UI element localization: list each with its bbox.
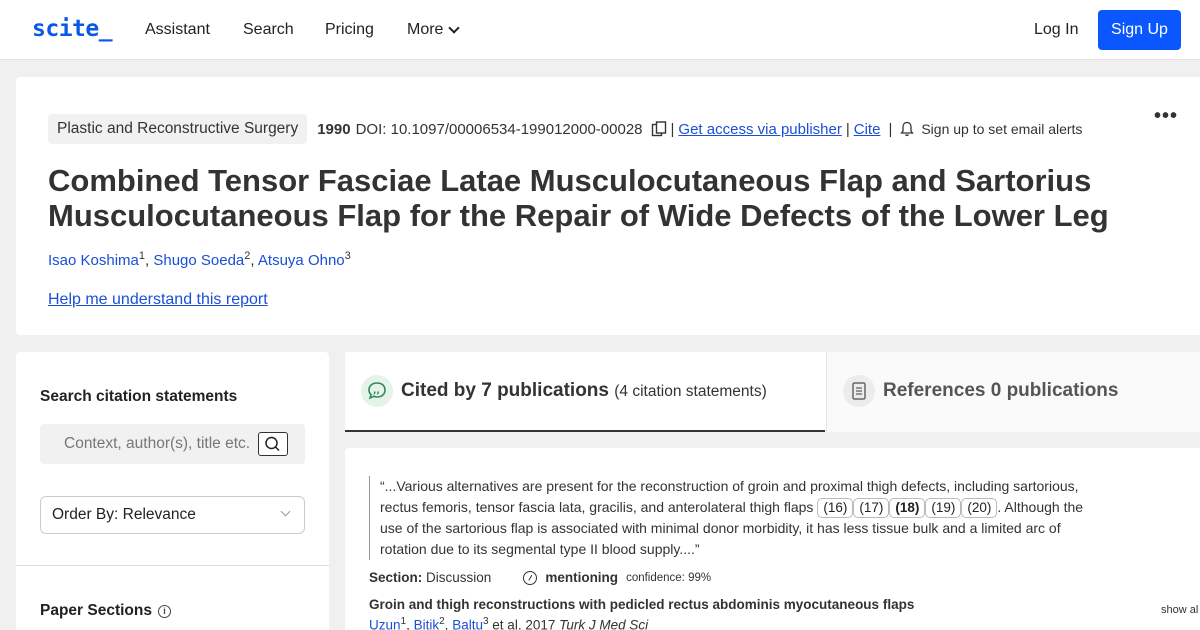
paper-sections-heading: Paper Sections i: [40, 602, 171, 620]
citation-meta-row: Section: Discussion mentioning confidenc…: [369, 570, 711, 585]
nav-pricing[interactable]: Pricing: [325, 21, 374, 39]
help-understand-link[interactable]: Help me understand this report: [48, 291, 268, 309]
paper-sections-label: Paper Sections: [40, 602, 152, 619]
reference-chip[interactable]: (16): [817, 498, 854, 518]
author-link[interactable]: Isao Koshima: [48, 252, 139, 269]
citation-search-box: [40, 424, 305, 464]
bell-icon[interactable]: [900, 121, 915, 137]
reference-chip[interactable]: (17): [853, 498, 890, 518]
get-access-link[interactable]: Get access via publisher: [678, 121, 841, 138]
copy-icon[interactable]: [651, 121, 667, 137]
author-affiliation: 1: [400, 616, 407, 627]
chevron-down-icon: [280, 506, 291, 517]
paper-title: Combined Tensor Fasciae Latae Musculocut…: [48, 163, 1109, 233]
author-link[interactable]: Bitik: [414, 618, 440, 630]
author-link[interactable]: Shugo Soeda: [153, 252, 244, 269]
nav-search[interactable]: Search: [243, 21, 294, 39]
quote-bubble-icon: ,,: [361, 375, 393, 407]
more-options-icon[interactable]: •••: [1154, 105, 1178, 128]
reference-chip[interactable]: (19): [925, 498, 962, 518]
search-heading: Search citation statements: [40, 388, 238, 405]
citing-paper-authors: Uzun1, Bitik2, Baltu3 et al. 2017 Turk J…: [369, 616, 648, 630]
mentioning-icon: [523, 570, 538, 585]
reference-chip-highlighted[interactable]: (18): [889, 498, 926, 518]
etal-year: et al. 2017: [492, 617, 556, 630]
author-affiliation: 3: [344, 250, 351, 262]
citing-paper-title[interactable]: Groin and thigh reconstructions with ped…: [369, 597, 914, 612]
search-button[interactable]: [258, 432, 288, 456]
order-by-label: Order By: Relevance: [52, 506, 196, 523]
author-list: Isao Koshima1, Shugo Soeda2, Atsuya Ohno…: [48, 250, 351, 269]
citing-journal: Turk J Med Sci: [559, 617, 649, 630]
citation-sidebar: Search citation statements Order By: Rel…: [16, 352, 329, 630]
divider: [16, 565, 329, 566]
section-label: Section:: [369, 570, 423, 585]
email-alerts-link[interactable]: Sign up to set email alerts: [921, 121, 1082, 137]
paper-meta-row: Plastic and Reconstructive Surgery 1990 …: [48, 114, 1082, 144]
paper-header: Plastic and Reconstructive Surgery 1990 …: [16, 77, 1200, 335]
nav-more-label: More: [407, 21, 444, 38]
tab-references[interactable]: References 0 publications: [826, 352, 1200, 432]
nav-more[interactable]: More: [407, 21, 461, 39]
document-icon: [843, 375, 875, 407]
separator: |: [888, 120, 893, 138]
confidence-score: confidence: 99%: [626, 571, 712, 584]
reference-chip[interactable]: (20): [961, 498, 998, 518]
author-affiliation: 2: [439, 616, 445, 627]
svg-text:,,: ,,: [373, 386, 380, 396]
author-link[interactable]: Atsuya Ohno: [258, 252, 345, 269]
author-link[interactable]: Baltu: [452, 618, 483, 630]
info-icon[interactable]: i: [158, 604, 171, 618]
separator: |: [670, 120, 675, 138]
journal-badge[interactable]: Plastic and Reconstructive Surgery: [48, 114, 308, 144]
tab-cited-by[interactable]: ,, Cited by 7 publications (4 citation s…: [345, 352, 825, 432]
publication-year: 1990: [317, 120, 351, 138]
citation-quote: “...Various alternatives are present for…: [369, 476, 1089, 560]
login-link[interactable]: Log In: [1034, 21, 1078, 39]
chevron-down-icon: [448, 21, 461, 34]
author-affiliation: 1: [138, 250, 146, 262]
doi-text: DOI: 10.1097/00006534-199012000-00028: [355, 120, 643, 138]
citation-statement-card: “...Various alternatives are present for…: [345, 448, 1200, 630]
author-affiliation: 3: [482, 616, 489, 627]
nav-assistant[interactable]: Assistant: [145, 21, 210, 39]
tab-references-label: References 0 publications: [883, 380, 1119, 401]
citation-tabs: ,, Cited by 7 publications (4 citation s…: [345, 352, 1200, 432]
top-nav: scite_ Assistant Search Pricing More Log…: [0, 0, 1200, 60]
author-affiliation: 2: [244, 250, 251, 262]
separator: |: [845, 120, 850, 138]
order-by-select[interactable]: Order By: Relevance: [40, 496, 305, 534]
search-icon: [265, 436, 280, 452]
citation-statement-count: (4 citation statements): [614, 383, 767, 400]
tab-cited-label: Cited by 7 publications (4 citation stat…: [401, 380, 767, 402]
cited-count: Cited by 7 publications: [401, 380, 609, 401]
scite-logo[interactable]: scite_: [32, 16, 113, 42]
signup-button[interactable]: Sign Up: [1098, 10, 1181, 50]
classification-label: mentioning: [545, 570, 619, 585]
citation-search-input[interactable]: [40, 424, 260, 464]
section-value: Discussion: [426, 570, 492, 585]
cite-link[interactable]: Cite: [854, 121, 881, 138]
show-all-button[interactable]: show al: [1161, 604, 1198, 616]
author-link[interactable]: Uzun: [369, 618, 401, 630]
